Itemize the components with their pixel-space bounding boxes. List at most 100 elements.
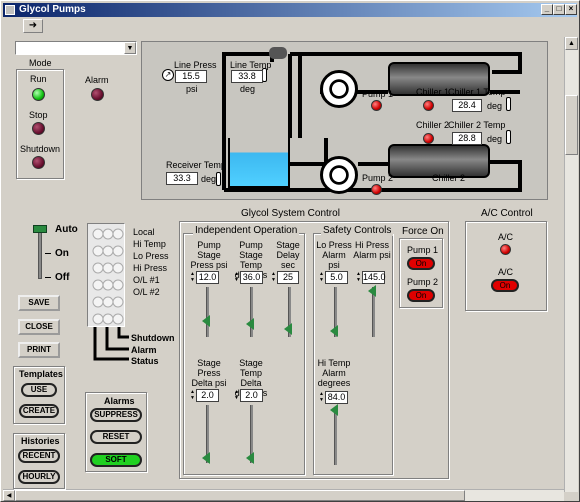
alarms-soft-button[interactable]: SOFT: [90, 453, 142, 467]
line-press-unit: psi: [186, 84, 198, 94]
hi-press-alarm-spinner[interactable]: ▲ ▼: [356, 271, 361, 284]
line-temp-label: Line Temp: [230, 60, 272, 70]
switch-handle[interactable]: [33, 225, 47, 233]
stage-temp-delta-thumb[interactable]: [246, 452, 254, 464]
stop-led: [32, 122, 45, 135]
close-button[interactable]: CLOSE: [18, 319, 60, 335]
pump-2-led: [371, 184, 382, 195]
legend-local: Local: [133, 227, 155, 237]
alarms-suppress-button[interactable]: SUPPRESS: [90, 408, 142, 422]
ac-label-2: A/C: [498, 267, 514, 277]
receiver-temp-unit: deg: [201, 174, 217, 184]
histories-recent-button[interactable]: RECENT: [18, 449, 60, 463]
safety-title: Safety Controls: [321, 225, 394, 236]
scroll-left-button[interactable]: ◀: [3, 490, 15, 501]
stage-delay-thumb[interactable]: [284, 323, 292, 335]
lo-press-alarm-thumb[interactable]: [330, 325, 338, 337]
scroll-up-button[interactable]: ▲: [565, 37, 578, 50]
switch-track: [38, 227, 42, 279]
ac-title: A/C Control: [481, 208, 533, 219]
legend-status: Status: [131, 356, 159, 366]
stage-delay-spinner[interactable]: ▲ ▼: [271, 271, 276, 284]
legend-hi-press: Hi Press: [133, 263, 168, 273]
close-window-button[interactable]: ×: [565, 4, 577, 15]
templates-use-button[interactable]: USE: [21, 383, 57, 397]
switch-on-label: On: [55, 248, 69, 259]
vertical-scrollbar[interactable]: ▲: [564, 37, 578, 492]
chiller-1-led: [423, 100, 434, 111]
chiller-2-bottom-label: Chiller 2: [432, 173, 466, 183]
shutdown-led: [32, 156, 45, 169]
hscroll-thumb[interactable]: [15, 490, 465, 501]
mode-select[interactable]: ▼: [15, 41, 137, 55]
templates-title: Templates: [19, 369, 63, 379]
pump-stage-press-spinner[interactable]: ▲ ▼: [190, 271, 195, 284]
chiller-1-label: Chiller 1: [416, 87, 450, 97]
pump-2-icon: [320, 156, 358, 194]
hi-temp-alarm-value[interactable]: 84.0: [325, 391, 348, 404]
lo-press-alarm-value[interactable]: 5.0: [325, 271, 348, 284]
run-label: Run: [30, 74, 47, 84]
status-led-grid: [87, 223, 125, 327]
force-on-pump-2-toggle[interactable]: On: [407, 289, 435, 302]
chevron-down-icon[interactable]: ▼: [124, 42, 136, 54]
templates-create-button[interactable]: CREATE: [19, 404, 59, 418]
stage-press-delta-spinner[interactable]: ▲ ▼: [190, 389, 195, 402]
alarms-title: Alarms: [104, 396, 135, 406]
line-junction: [269, 47, 287, 59]
minimize-button[interactable]: _: [541, 4, 553, 15]
stop-label: Stop: [29, 110, 48, 120]
histories-hourly-button[interactable]: HOURLY: [18, 470, 60, 484]
pump-stage-press-value[interactable]: 12.0: [196, 271, 219, 284]
stage-temp-delta-value[interactable]: 2.0: [240, 389, 263, 402]
toolbar-forward-button[interactable]: ➜: [23, 19, 43, 33]
stage-delay-value[interactable]: 25: [277, 271, 299, 284]
save-button[interactable]: SAVE: [18, 295, 60, 311]
chiller-1-temp-label: Chiller 1 Temp: [448, 87, 506, 97]
pump-stage-press-thumb[interactable]: [202, 315, 210, 327]
chiller-2-temp-label: Chiller 2 Temp: [448, 120, 506, 130]
scroll-thumb[interactable]: [565, 95, 578, 155]
lo-press-alarm-spinner[interactable]: ▲ ▼: [319, 271, 324, 284]
title-bar: Glycol Pumps _ □ ×: [3, 3, 577, 17]
stage-press-delta-value[interactable]: 2.0: [196, 389, 219, 402]
legend-shutdown: Shutdown: [131, 333, 175, 343]
legend-lo-press: Lo Press: [133, 251, 169, 261]
pump-stage-press-slider[interactable]: [206, 287, 209, 337]
hi-temp-alarm-spinner[interactable]: ▲ ▼: [319, 391, 324, 404]
hi-press-alarm-value[interactable]: 145.0: [362, 271, 386, 284]
pump-1-icon: [320, 70, 358, 108]
hi-temp-alarm-thumb[interactable]: [330, 404, 338, 416]
pump-1-label: Pump 1: [362, 89, 394, 99]
line-press-value: 15.5: [175, 70, 207, 83]
alarm-led: [91, 88, 104, 101]
maximize-button[interactable]: □: [553, 4, 565, 15]
window-title: Glycol Pumps: [19, 4, 86, 15]
glycol-title: Glycol System Control: [241, 208, 340, 219]
hi-press-alarm-thumb[interactable]: [368, 285, 376, 297]
run-led: [32, 88, 45, 101]
alarms-reset-button[interactable]: RESET: [90, 430, 142, 444]
stage-temp-delta-spinner[interactable]: ▲ ▼: [234, 389, 239, 402]
chiller-2-led: [423, 133, 434, 144]
process-diagram: ↗ Line Press 15.5 psi Line Temp 33.8 deg…: [141, 41, 548, 200]
pump-2-label: Pump 2: [362, 173, 394, 183]
thermometer-icon: [506, 130, 511, 144]
stage-press-delta-label: Stage Press Delta psi: [191, 358, 227, 388]
pump-stage-temp-value[interactable]: 36.0: [240, 271, 263, 284]
pump-stage-temp-spinner[interactable]: ▲ ▼: [234, 271, 239, 284]
chiller-2-label: Chiller 2: [416, 120, 450, 130]
pump-stage-temp-thumb[interactable]: [246, 318, 254, 330]
switch-dash-off: [45, 277, 51, 278]
pump-stage-press-label: Pump Stage Press psi: [190, 240, 228, 270]
stage-press-delta-thumb[interactable]: [202, 452, 210, 464]
app-window: Glycol Pumps _ □ × ➜ ▲ ◀ ▼ Mode Run Stop…: [0, 0, 580, 502]
auto-on-off-switch[interactable]: [33, 223, 47, 281]
ac-label-1: A/C: [498, 232, 514, 242]
print-button[interactable]: PRINT: [18, 342, 60, 358]
thermometer-icon: [216, 172, 221, 186]
ac-toggle[interactable]: On: [491, 279, 519, 292]
force-on-pump-1-toggle[interactable]: On: [407, 257, 435, 270]
chiller-2-temp-value: 28.8: [452, 132, 482, 145]
horizontal-scrollbar[interactable]: ◀: [3, 489, 564, 501]
